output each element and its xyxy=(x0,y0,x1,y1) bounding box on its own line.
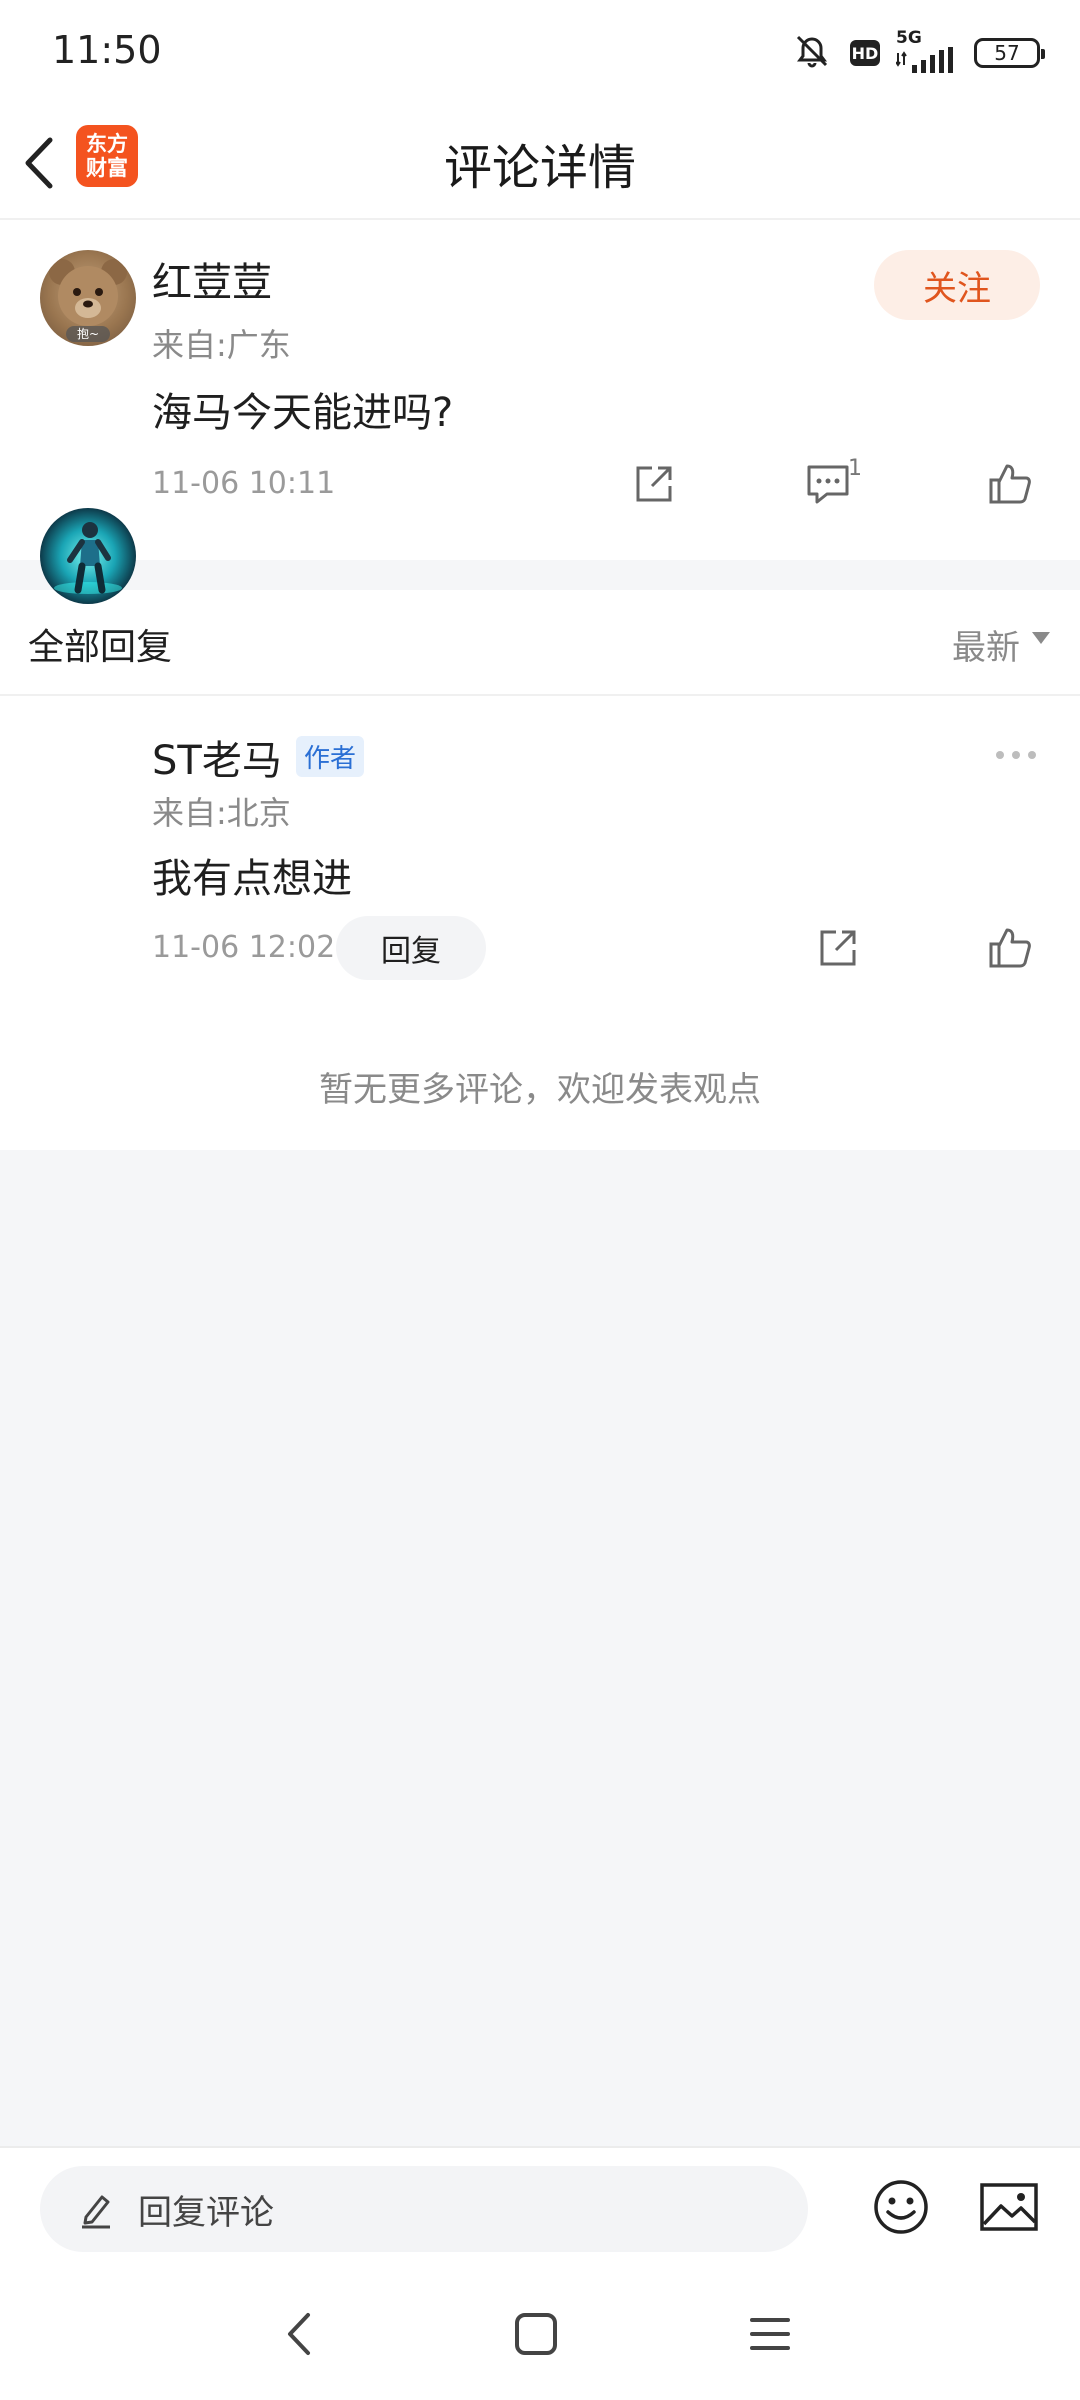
thumbs-up-icon xyxy=(989,928,1031,968)
bear-avatar-image: 抱~ xyxy=(49,259,127,342)
page-title: 评论详情 xyxy=(443,140,636,196)
all-replies-title: 全部回复 xyxy=(28,627,173,668)
reply-avatar[interactable] xyxy=(40,508,136,604)
battery-indicator: 57 xyxy=(974,38,1045,68)
top-nav-bar: 东方 财富 评论详情 xyxy=(0,108,1080,220)
all-replies-header: 全部回复 最新 xyxy=(0,590,1080,696)
reply-button[interactable]: 回复 xyxy=(336,916,486,980)
emoji-button[interactable] xyxy=(870,2176,932,2238)
nav-back-icon xyxy=(288,2313,310,2355)
reply-input-bar: 回复评论 xyxy=(0,2146,1080,2266)
mute-bell-icon xyxy=(790,29,834,77)
status-time: 11:50 xyxy=(52,28,162,72)
more-options-button[interactable] xyxy=(986,740,1046,770)
comment-text: 海马今天能进吗? xyxy=(152,390,454,436)
sort-dropdown[interactable]: 最新 xyxy=(952,620,1020,669)
network-type: 5G xyxy=(896,28,922,48)
reply-username[interactable]: ST老马 xyxy=(152,728,282,786)
reply-count: 1 xyxy=(848,456,862,481)
reply-share-button[interactable] xyxy=(810,920,866,976)
reply-text: 我有点想进 xyxy=(152,856,352,902)
comment-location: 来自:广东 xyxy=(152,326,291,364)
nav-menu-button[interactable] xyxy=(740,2304,800,2364)
reply-timestamp: 11-06 12:02 xyxy=(152,930,336,965)
runner-avatar-image xyxy=(54,522,122,594)
nav-menu-icon xyxy=(750,2318,790,2350)
nav-home-icon xyxy=(515,2313,557,2355)
caret-down-icon[interactable] xyxy=(1032,632,1050,644)
pencil-icon xyxy=(76,2189,116,2229)
dot xyxy=(1012,751,1020,759)
status-icons: HD 5G 57 xyxy=(790,28,1045,78)
image-button[interactable] xyxy=(978,2178,1040,2236)
dot xyxy=(1028,751,1036,759)
main-comment-card: 抱~ 红荳荳 来自:广东 关注 海马今天能进吗? 11-06 10:11 1 xyxy=(0,220,1080,560)
thumbs-up-icon xyxy=(989,464,1031,504)
follow-button[interactable]: 关注 xyxy=(874,250,1040,320)
dot xyxy=(996,751,1004,759)
nav-back-button[interactable] xyxy=(270,2304,330,2364)
avatar-caption: 抱~ xyxy=(77,326,99,341)
avatar[interactable]: 抱~ xyxy=(40,250,136,346)
comment-bubble-icon xyxy=(807,465,849,504)
reply-like-button[interactable] xyxy=(982,920,1038,976)
network-indicator: 5G xyxy=(895,28,958,77)
emoji-icon xyxy=(874,2180,928,2234)
nav-home-button[interactable] xyxy=(506,2304,566,2364)
status-bar: 11:50 HD 5G 57 xyxy=(0,0,1080,108)
share-button[interactable] xyxy=(626,456,682,512)
share-icon xyxy=(820,930,856,966)
reply-input[interactable]: 回复评论 xyxy=(40,2166,808,2252)
share-icon xyxy=(636,466,672,502)
system-nav-bar xyxy=(0,2264,1080,2400)
comment-username[interactable]: 红荳荳 xyxy=(152,250,272,308)
reply-input-placeholder: 回复评论 xyxy=(138,2192,274,2233)
image-icon xyxy=(980,2183,1038,2231)
reply-location: 来自:北京 xyxy=(152,794,291,832)
signal-icon xyxy=(895,47,958,77)
hd-badge: HD xyxy=(850,40,880,66)
author-badge: 作者 xyxy=(296,736,365,777)
no-more-comments: 暂无更多评论，欢迎发表观点 xyxy=(319,1070,761,1110)
like-button[interactable] xyxy=(982,456,1038,512)
comment-timestamp: 11-06 10:11 xyxy=(152,466,336,501)
